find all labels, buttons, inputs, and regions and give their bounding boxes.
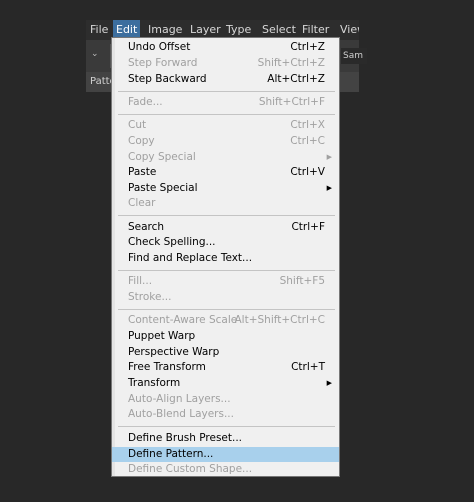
menu-item-search[interactable]: Search Ctrl+F xyxy=(112,220,339,235)
menu-item-shortcut: Shift+F5 xyxy=(279,275,325,287)
menu-item-auto-align-layers: Auto-Align Layers... xyxy=(112,392,339,407)
menu-separator xyxy=(118,91,335,92)
menu-item-label: Puppet Warp xyxy=(128,330,196,342)
menu-item-label: Copy Special xyxy=(128,151,196,163)
menu-item-label: Free Transform xyxy=(128,361,206,373)
menu-file[interactable]: File xyxy=(87,20,111,40)
menu-item-copy: Copy Ctrl+C xyxy=(112,134,339,149)
menu-item-label: Fill... xyxy=(128,275,153,287)
menu-item-label: Clear xyxy=(128,197,156,209)
chevron-down-icon[interactable]: ⌄ xyxy=(91,49,99,59)
menu-item-define-pattern[interactable]: Define Pattern... xyxy=(112,447,339,462)
menu-item-label: Transform xyxy=(128,377,181,389)
submenu-arrow-icon: ▶ xyxy=(326,379,332,387)
menu-item-label: Step Forward xyxy=(128,57,198,69)
menu-item-label: Define Pattern... xyxy=(128,448,214,460)
menu-item-stroke: Stroke... xyxy=(112,290,339,305)
menu-item-transform[interactable]: Transform ▶ xyxy=(112,376,339,391)
menu-item-step-forward: Step Forward Shift+Ctrl+Z xyxy=(112,56,339,71)
sample-field[interactable]: Sam xyxy=(341,48,367,64)
menu-item-label: Step Backward xyxy=(128,73,207,85)
submenu-arrow-icon: ▶ xyxy=(326,153,332,161)
menu-item-shortcut: Shift+Ctrl+F xyxy=(258,96,325,108)
menu-item-label: Define Brush Preset... xyxy=(128,432,243,444)
menu-item-find-replace[interactable]: Find and Replace Text... xyxy=(112,251,339,266)
menu-item-free-transform[interactable]: Free Transform Ctrl+T xyxy=(112,360,339,375)
menu-separator xyxy=(118,114,335,115)
menu-view[interactable]: View xyxy=(337,20,359,40)
menu-item-check-spelling[interactable]: Check Spelling... xyxy=(112,235,339,250)
menu-item-content-aware-scale: Content-Aware Scale Alt+Shift+Ctrl+C xyxy=(112,313,339,328)
menu-separator xyxy=(118,270,335,271)
menu-item-fill: Fill... Shift+F5 xyxy=(112,274,339,289)
menu-item-paste-special[interactable]: Paste Special ▶ xyxy=(112,181,339,196)
menu-item-label: Undo Offset xyxy=(128,41,191,53)
menu-item-shortcut: Ctrl+C xyxy=(290,135,325,147)
menu-item-clear: Clear xyxy=(112,196,339,211)
menu-item-label: Copy xyxy=(128,135,155,147)
menu-item-copy-special: Copy Special ▶ xyxy=(112,150,339,165)
menu-item-label: Fade... xyxy=(128,96,163,108)
menu-item-cut: Cut Ctrl+X xyxy=(112,118,339,133)
edit-menu: Undo Offset Ctrl+Z Step Forward Shift+Ct… xyxy=(111,37,340,477)
menu-item-shortcut: Alt+Shift+Ctrl+C xyxy=(234,314,326,326)
menu-item-label: Check Spelling... xyxy=(128,236,216,248)
menu-item-paste[interactable]: Paste Ctrl+V xyxy=(112,165,339,180)
menu-item-shortcut: Ctrl+T xyxy=(291,361,325,373)
menu-separator xyxy=(118,309,335,310)
menu-item-label: Paste Special xyxy=(128,182,198,194)
menu-item-define-custom-shape: Define Custom Shape... xyxy=(112,462,339,476)
menu-item-label: Auto-Blend Layers... xyxy=(128,408,234,420)
menu-separator xyxy=(118,426,335,427)
menu-item-shortcut: Shift+Ctrl+Z xyxy=(257,57,325,69)
menu-item-shortcut: Ctrl+X xyxy=(290,119,325,131)
submenu-arrow-icon: ▶ xyxy=(326,184,332,192)
menu-item-label: Perspective Warp xyxy=(128,346,220,358)
menu-item-step-backward[interactable]: Step Backward Alt+Ctrl+Z xyxy=(112,72,339,87)
menu-item-shortcut: Ctrl+F xyxy=(291,221,325,233)
menu-item-shortcut: Ctrl+V xyxy=(290,166,325,178)
menu-item-perspective-warp[interactable]: Perspective Warp xyxy=(112,345,339,360)
menu-item-label: Find and Replace Text... xyxy=(128,252,253,264)
menu-item-label: Auto-Align Layers... xyxy=(128,393,231,405)
menu-item-auto-blend-layers: Auto-Blend Layers... xyxy=(112,407,339,422)
menu-item-fade: Fade... Shift+Ctrl+F xyxy=(112,95,339,110)
menu-separator xyxy=(118,215,335,216)
menu-item-label: Define Custom Shape... xyxy=(128,463,253,475)
menu-item-shortcut: Ctrl+Z xyxy=(290,41,325,53)
menu-item-puppet-warp[interactable]: Puppet Warp xyxy=(112,329,339,344)
menu-item-define-brush-preset[interactable]: Define Brush Preset... xyxy=(112,431,339,446)
menu-item-label: Cut xyxy=(128,119,147,131)
menu-item-label: Paste xyxy=(128,166,157,178)
menu-item-label: Content-Aware Scale xyxy=(128,314,238,326)
menu-item-label: Search xyxy=(128,221,165,233)
menu-item-undo-offset[interactable]: Undo Offset Ctrl+Z xyxy=(112,40,339,55)
menu-item-shortcut: Alt+Ctrl+Z xyxy=(267,73,325,85)
menu-item-label: Stroke... xyxy=(128,291,172,303)
